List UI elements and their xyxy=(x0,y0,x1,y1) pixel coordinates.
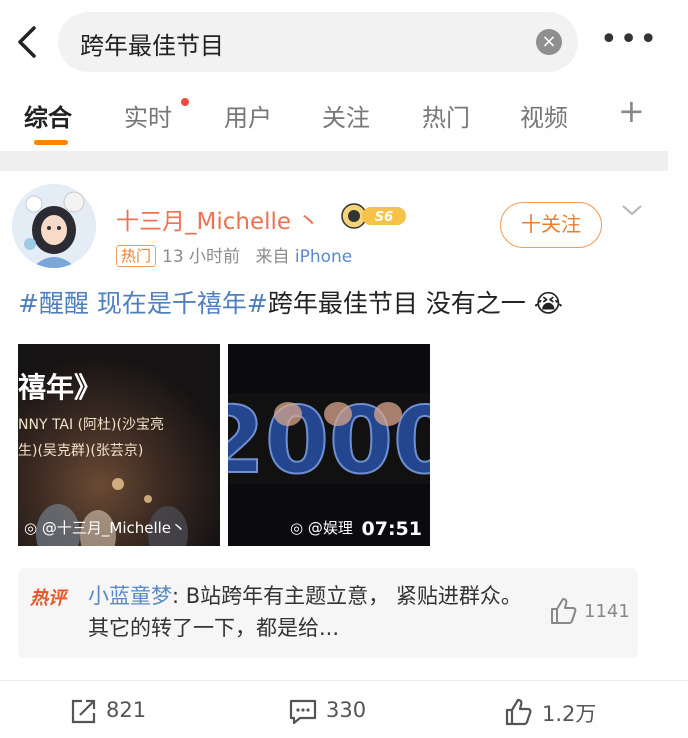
tab-hot[interactable]: 热门 xyxy=(422,98,470,133)
username[interactable]: 十三月_Michelle 丶 xyxy=(116,202,320,236)
like-count: 1.2万 xyxy=(542,702,597,726)
comment-icon xyxy=(289,699,317,725)
comment-count: 330 xyxy=(326,698,367,722)
search-tabs: 综合 实时 用户 关注 热门 视频 + xyxy=(0,92,688,150)
add-tab-icon[interactable]: + xyxy=(618,92,645,130)
hot-comment-text: 小蓝童梦: B站跨年有主题立意， 紧贴进群众。其它的转了一下，都是给... xyxy=(88,584,522,640)
weibo-logo-icon: ◎ xyxy=(24,519,38,537)
section-divider xyxy=(0,151,668,171)
video-watermark: ◎ @娱理 xyxy=(290,519,353,537)
post-meta: 热门 13 小时前 来自 iPhone xyxy=(116,242,352,267)
badge-level: S6 xyxy=(375,210,393,225)
avatar[interactable] xyxy=(12,184,96,268)
hot-comment[interactable]: 热评 小蓝童梦: B站跨年有主题立意， 紧贴进群众。其它的转了一下，都是给...… xyxy=(18,568,638,658)
repost-count: 821 xyxy=(106,698,147,722)
video-big-text: 2000 xyxy=(228,387,430,494)
follow-button[interactable]: 十关注 xyxy=(500,202,602,248)
credits-line-1: NNY TAI (阿杜)(沙宝亮 xyxy=(18,417,164,433)
post-text: #醒醒 现在是千禧年#跨年最佳节目 没有之一 😭 xyxy=(18,284,563,320)
post-time: 13 小时前 xyxy=(162,247,241,267)
top-bar: 跨年最佳节目 × ••• xyxy=(0,0,688,84)
membership-badge-icon: S6 xyxy=(340,202,408,230)
image-watermark: ◎ @十三月_Michelle丶 xyxy=(24,519,187,537)
thumbs-up-icon[interactable] xyxy=(548,596,578,626)
overlay-title: 禧年》 xyxy=(18,371,103,404)
post-video[interactable]: 2000 ◎ @娱理 07:51 xyxy=(228,344,430,546)
tab-users[interactable]: 用户 xyxy=(224,98,272,133)
thumbs-up-icon xyxy=(505,698,532,726)
new-dot-icon xyxy=(181,98,189,106)
crying-emoji-icon: 😭 xyxy=(533,289,563,318)
search-input[interactable]: 跨年最佳节目 × xyxy=(58,12,578,72)
hot-tag: 热门 xyxy=(116,245,157,267)
tab-video[interactable]: 视频 xyxy=(520,98,568,133)
post-body: 跨年最佳节目 没有之一 xyxy=(267,289,526,318)
topic-link[interactable]: #醒醒 现在是千禧年# xyxy=(18,289,268,318)
tab-realtime[interactable]: 实时 xyxy=(124,98,172,133)
comment-like-count: 1141 xyxy=(584,601,630,622)
video-duration: 07:51 xyxy=(361,518,422,540)
tab-comprehensive[interactable]: 综合 xyxy=(24,98,72,133)
source-prefix: 来自 xyxy=(255,247,290,267)
post-image-1[interactable]: 禧年》 NNY TAI (阿杜)(沙宝亮 生)(吴克群)(张芸京) ◎ @十三月… xyxy=(18,344,220,546)
action-bar: 821 330 1.2万 xyxy=(0,680,688,738)
credits-line-2: 生)(吴克群)(张芸京) xyxy=(18,443,144,459)
weibo-logo-icon: ◎ xyxy=(290,519,304,537)
more-options-icon[interactable]: ••• xyxy=(600,25,659,55)
tab-following[interactable]: 关注 xyxy=(322,98,370,133)
active-tab-indicator xyxy=(34,140,68,145)
repost-icon xyxy=(71,699,96,724)
back-arrow-icon[interactable] xyxy=(10,22,46,62)
search-query: 跨年最佳节目 xyxy=(80,32,224,60)
post-source[interactable]: iPhone xyxy=(295,247,352,267)
comment-user[interactable]: 小蓝童梦 xyxy=(88,584,172,608)
chevron-down-icon[interactable] xyxy=(620,200,644,220)
hot-comment-label: 热评 xyxy=(30,588,66,609)
clear-icon[interactable]: × xyxy=(536,29,562,55)
